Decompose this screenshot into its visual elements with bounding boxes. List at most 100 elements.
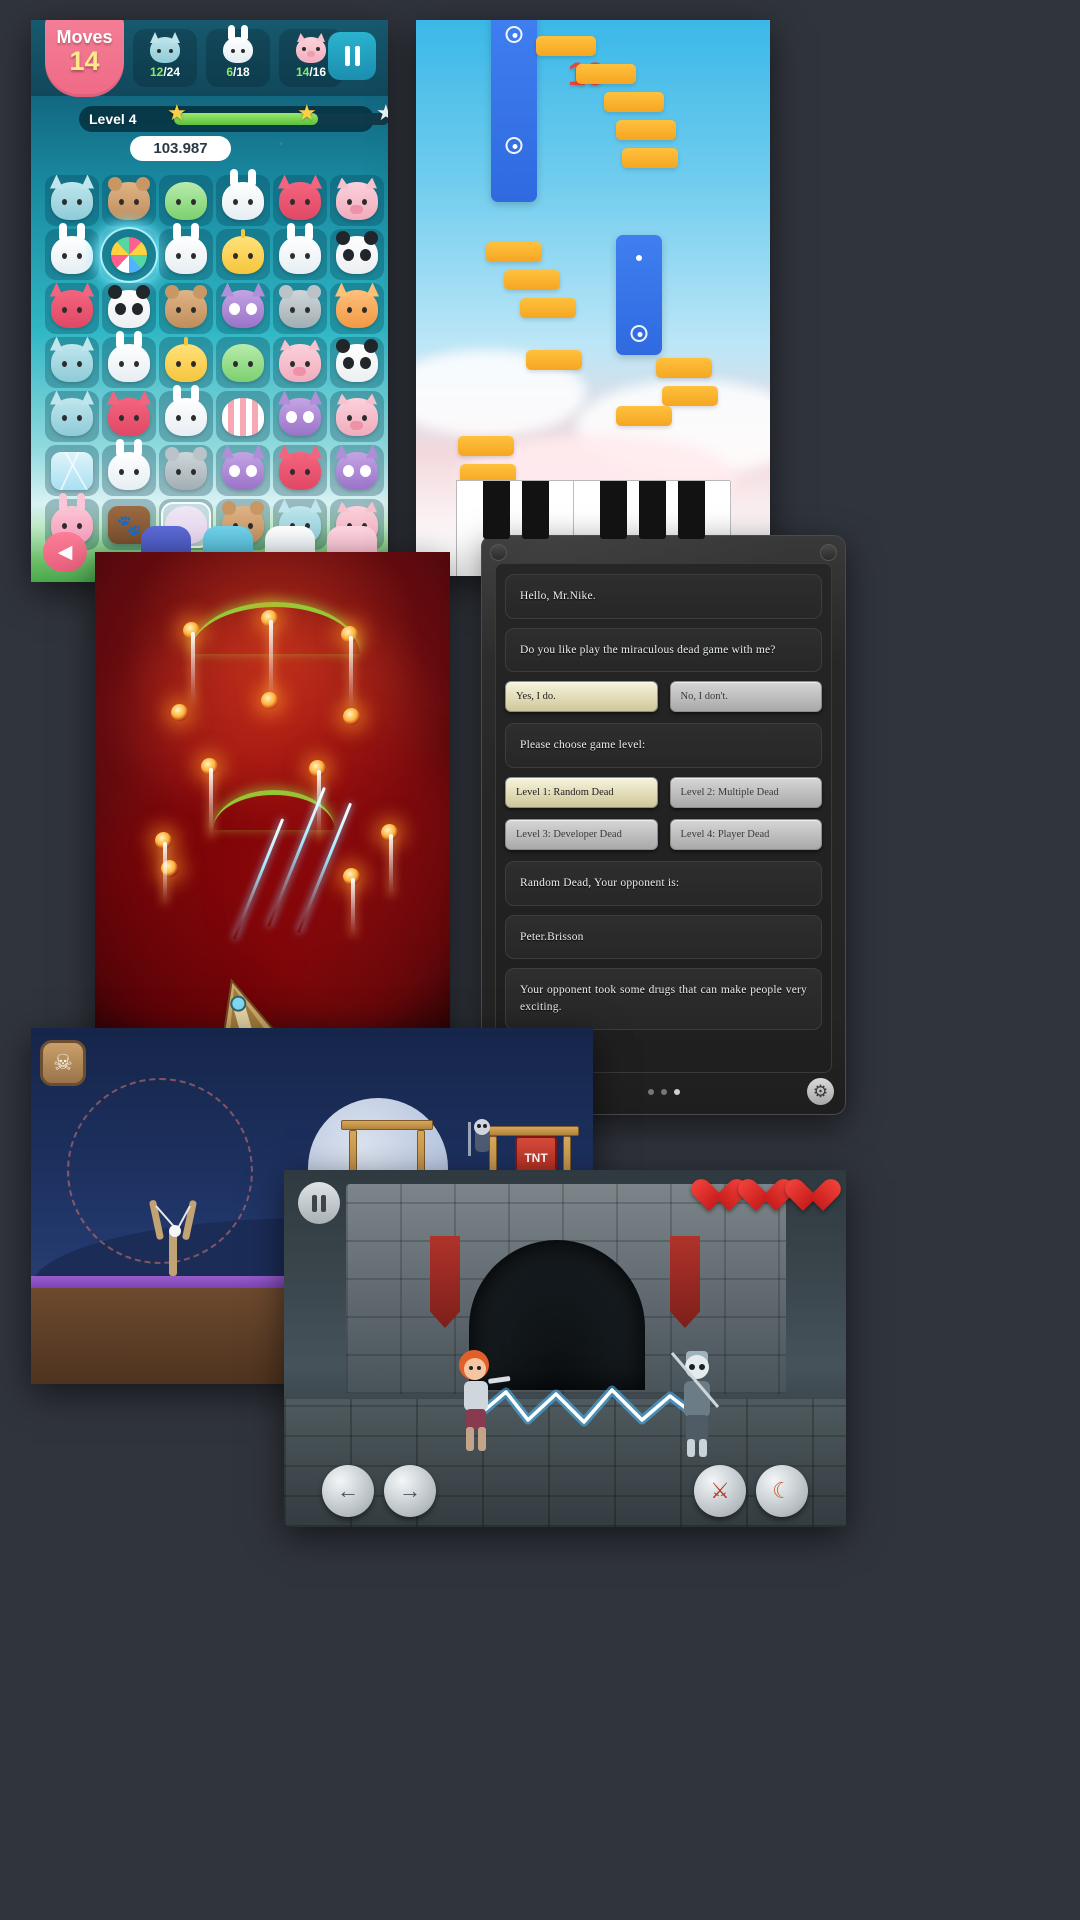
- grid-cell[interactable]: [45, 222, 99, 280]
- black-key[interactable]: [600, 481, 627, 539]
- piano-orange-tile[interactable]: [662, 386, 718, 406]
- piano-blue-tile[interactable]: [616, 235, 662, 355]
- health-bar: [700, 1180, 832, 1214]
- level-2-button[interactable]: Level 2: Multiple Dead: [669, 777, 822, 809]
- move-left-button[interactable]: ←: [322, 1465, 374, 1517]
- grid-cell[interactable]: [273, 222, 327, 280]
- grid-cell[interactable]: [159, 384, 213, 442]
- grid-cell[interactable]: [216, 228, 270, 280]
- level-button-row-2[interactable]: Level 3: Developer Dead Level 4: Player …: [505, 819, 822, 851]
- pause-button[interactable]: [298, 1182, 340, 1224]
- panda-tile-icon: [336, 338, 378, 382]
- grid-cell[interactable]: [216, 444, 270, 496]
- grid-cell[interactable]: [216, 337, 270, 388]
- grid-cell[interactable]: [102, 390, 156, 442]
- cat-tile-icon: [50, 336, 94, 382]
- answer-no-button[interactable]: No, I don't.: [669, 681, 822, 713]
- goal-current: 6: [226, 65, 233, 79]
- level-4-button[interactable]: Level 4: Player Dead: [669, 819, 822, 851]
- settings-button[interactable]: ⚙: [807, 1078, 834, 1105]
- pause-button[interactable]: [328, 32, 376, 80]
- grid-cell[interactable]: [159, 283, 213, 334]
- grid-cell[interactable]: [216, 168, 270, 226]
- grid-cell[interactable]: [330, 391, 384, 442]
- level-3-button[interactable]: Level 3: Developer Dead: [505, 819, 658, 851]
- piano-orange-tile[interactable]: [616, 120, 676, 140]
- enemy-skeleton[interactable]: [666, 1343, 728, 1459]
- black-key[interactable]: [483, 481, 510, 539]
- dialog-message-list[interactable]: Hello, Mr.Nike. Do you like play the mir…: [495, 563, 832, 1073]
- grid-cell[interactable]: [100, 226, 158, 283]
- page-dot-active[interactable]: [673, 1089, 680, 1095]
- goal-count: 14/16: [296, 65, 326, 79]
- eye-icon: [360, 248, 371, 261]
- nose-icon: [293, 366, 306, 376]
- piano-orange-tile[interactable]: [486, 242, 542, 262]
- level-button-row-1[interactable]: Level 1: Random Dead Level 2: Multiple D…: [505, 777, 822, 809]
- grid-cell[interactable]: [330, 175, 384, 226]
- grid-cell[interactable]: [159, 175, 213, 226]
- pig-icon: [296, 33, 326, 63]
- piano-orange-tile[interactable]: [576, 64, 636, 84]
- page-dot[interactable]: [660, 1089, 667, 1095]
- black-key[interactable]: [678, 481, 705, 539]
- grid-cell[interactable]: [216, 391, 270, 442]
- grid-cell[interactable]: [45, 336, 99, 388]
- grid-cell[interactable]: [330, 282, 384, 334]
- grid-cell[interactable]: [45, 445, 99, 496]
- grid-cell[interactable]: [45, 282, 99, 334]
- match3-grid[interactable]: 🐾: [45, 168, 384, 550]
- piano-orange-tile[interactable]: [504, 270, 560, 290]
- piano-orange-tile[interactable]: [604, 92, 664, 112]
- back-button[interactable]: ◀: [43, 532, 87, 572]
- skill-button[interactable]: ☾: [756, 1465, 808, 1517]
- move-right-button[interactable]: →: [384, 1465, 436, 1517]
- grid-cell[interactable]: [45, 390, 99, 442]
- grid-cell[interactable]: [159, 222, 213, 280]
- grid-cell[interactable]: [159, 445, 213, 496]
- piano-blue-tile[interactable]: [491, 20, 537, 202]
- black-key[interactable]: [639, 481, 666, 539]
- attack-button[interactable]: ⚔: [694, 1465, 746, 1517]
- black-key[interactable]: [522, 481, 549, 539]
- level-1-button[interactable]: Level 1: Random Dead: [505, 777, 658, 809]
- piano-orange-tile[interactable]: [458, 436, 514, 456]
- grid-cell[interactable]: [102, 438, 156, 496]
- wooden-plank[interactable]: [341, 1120, 433, 1130]
- enemy-character[interactable]: [465, 1118, 499, 1164]
- piano-orange-tile[interactable]: [536, 36, 596, 56]
- grid-cell[interactable]: [273, 283, 327, 334]
- panel-match3-game[interactable]: Moves 14 12/24 6/18 14/16 Level 4 ★ ★ ★ …: [31, 20, 388, 582]
- grid-cell[interactable]: [102, 330, 156, 388]
- grid-cell[interactable]: [159, 336, 213, 388]
- panel-knight-battle-game[interactable]: ← → ⚔ ☾: [284, 1170, 846, 1527]
- page-dot[interactable]: [647, 1089, 654, 1095]
- panel-piano-tiles-game[interactable]: 16: [416, 20, 770, 576]
- grid-cell[interactable]: [273, 390, 327, 442]
- answer-yes-button[interactable]: Yes, I do.: [505, 681, 658, 713]
- grid-cell[interactable]: [330, 337, 384, 388]
- grid-cell[interactable]: [273, 174, 327, 226]
- piano-orange-tile[interactable]: [622, 148, 678, 168]
- enemy-orb[interactable]: [343, 708, 360, 725]
- piano-orange-tile[interactable]: [526, 350, 582, 370]
- grid-cell[interactable]: [102, 283, 156, 334]
- piano-orange-tile[interactable]: [520, 298, 576, 318]
- grid-cell[interactable]: [45, 174, 99, 226]
- slingshot[interactable]: [147, 1200, 199, 1276]
- grid-cell[interactable]: [330, 444, 384, 496]
- skull-badge[interactable]: ☠: [40, 1040, 86, 1086]
- enemy-orb[interactable]: [171, 704, 188, 721]
- grid-cell[interactable]: [273, 337, 327, 388]
- grid-cell[interactable]: [330, 229, 384, 280]
- piano-orange-tile[interactable]: [616, 406, 672, 426]
- enemy-beam: [389, 834, 393, 896]
- grid-cell[interactable]: [102, 175, 156, 226]
- player-knight[interactable]: [444, 1345, 512, 1455]
- eye-icon: [119, 198, 124, 205]
- answer-button-row[interactable]: Yes, I do. No, I don't.: [505, 681, 822, 713]
- grid-cell[interactable]: [216, 282, 270, 334]
- grid-cell[interactable]: [273, 444, 327, 496]
- rabbit-tile-icon: [165, 222, 207, 274]
- piano-orange-tile[interactable]: [656, 358, 712, 378]
